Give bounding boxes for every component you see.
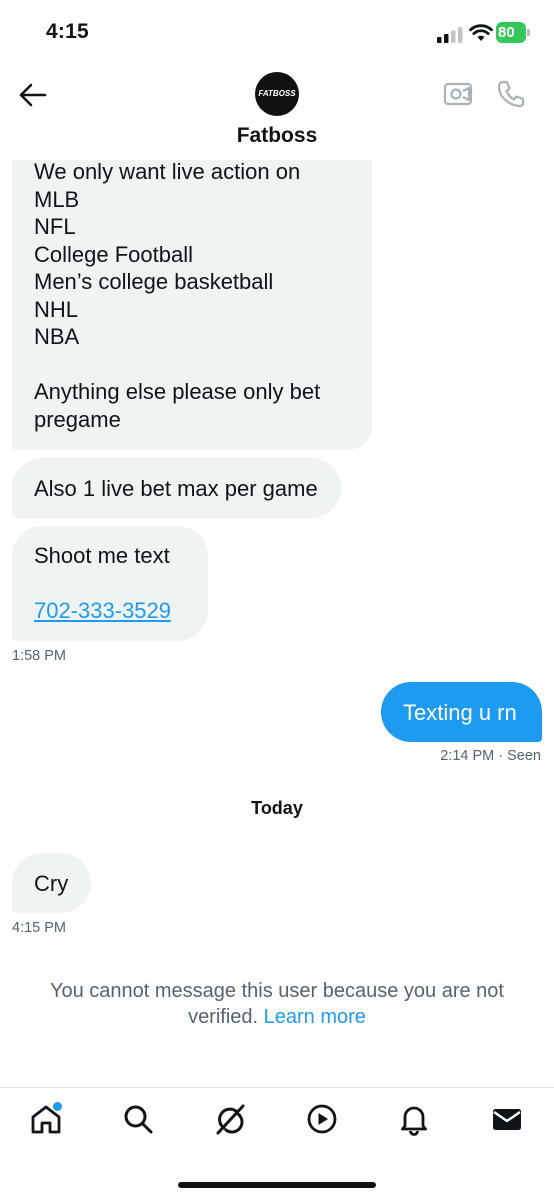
home-notification-dot — [53, 1102, 62, 1111]
message-line — [34, 351, 350, 379]
message-timestamp: 2:14 PM — [440, 748, 495, 764]
message-line: NBA — [34, 324, 80, 349]
seen-status: · Seen — [498, 748, 541, 764]
conversation-header: FATBOSS Fatboss — [0, 62, 554, 160]
message-bubble: Cry — [12, 853, 91, 913]
home-indicator — [178, 1182, 376, 1188]
message-bubble: Shoot me text 702-333-3529 — [12, 526, 208, 641]
tab-search[interactable] — [121, 1102, 155, 1136]
status-time: 4:15 — [46, 20, 89, 43]
signal-icon — [437, 27, 463, 43]
message-line: Texting u rn — [403, 700, 517, 725]
message-line: Anything else please only bet — [34, 379, 321, 404]
message-line: NHL — [34, 296, 79, 322]
message-line: We only want live action on — [34, 159, 301, 184]
tab-grok[interactable] — [213, 1102, 247, 1136]
battery-tip — [527, 29, 530, 36]
message-timestamp: 4:15 PM — [12, 920, 66, 936]
bell-icon — [401, 1106, 427, 1136]
phone-number-link[interactable]: 702-333-3529 — [34, 597, 186, 625]
search-icon — [124, 1105, 153, 1134]
status-bar: 4:15 80 — [0, 0, 554, 62]
envelope-icon — [493, 1109, 521, 1130]
message-line: Also 1 live bet max per game — [34, 476, 318, 501]
phone-icon[interactable] — [496, 79, 526, 109]
message-line: MLB — [34, 186, 80, 212]
message-line: Men’s college basketball — [34, 269, 274, 294]
contact-name[interactable]: Fatboss — [0, 124, 554, 148]
tab-video[interactable] — [305, 1102, 339, 1136]
message-line: Shoot me text — [34, 543, 170, 568]
play-icon — [307, 1104, 337, 1134]
message-line: NFL — [34, 214, 76, 239]
message-bubble: We only want live action on MLB NFL Coll… — [12, 140, 372, 450]
battery-level: 80 — [498, 24, 515, 41]
cannot-message-notice: You cannot message this user because you… — [20, 978, 534, 1030]
message-line — [34, 570, 186, 598]
battery-body: 80 — [496, 22, 526, 43]
message-line: pregame — [34, 406, 121, 432]
avatar-text: FATBOSS — [258, 89, 296, 98]
message-bubble-sent: Texting u rn — [381, 682, 542, 742]
tab-notifications[interactable] — [397, 1102, 431, 1136]
message-line: Cry — [34, 871, 69, 896]
day-separator: Today — [251, 798, 303, 818]
message-bubble: Also 1 live bet max per game — [12, 458, 341, 518]
message-line: College Football — [34, 241, 193, 267]
back-arrow-icon[interactable] — [18, 80, 48, 110]
message-meta: 2:14 PM · Seen — [440, 748, 541, 764]
avatar[interactable]: FATBOSS — [255, 72, 299, 116]
battery-indicator: 80 — [496, 22, 530, 43]
message-timestamp: 1:58 PM — [12, 648, 66, 664]
video-camera-icon[interactable] — [442, 80, 474, 108]
grok-icon — [216, 1104, 245, 1135]
learn-more-link[interactable]: Learn more — [264, 1006, 366, 1028]
tab-messages[interactable] — [490, 1102, 524, 1136]
wifi-icon — [469, 24, 493, 41]
